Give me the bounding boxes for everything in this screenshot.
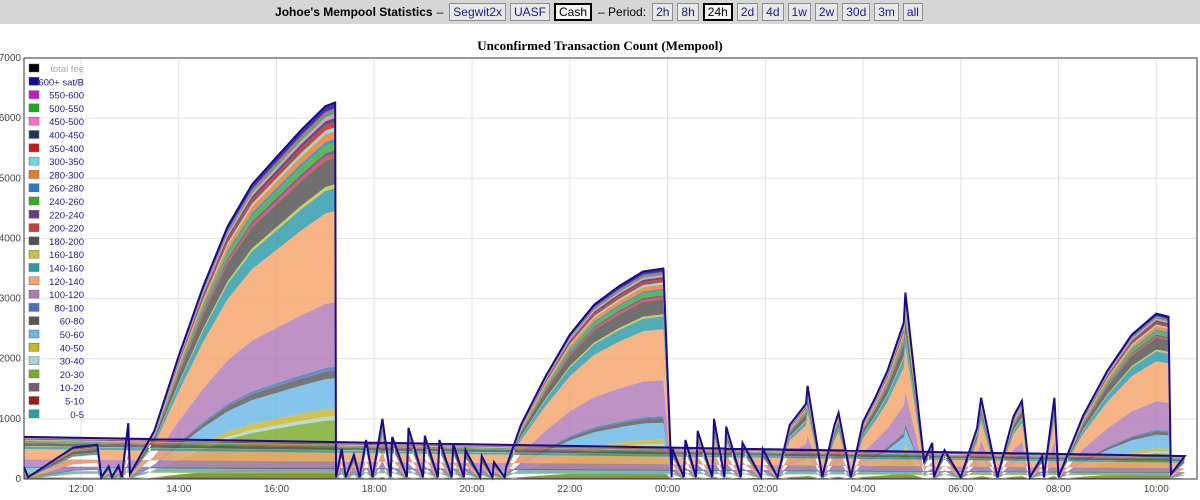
- legend-label: 260-280: [49, 184, 84, 195]
- y-tick-label: 7000: [0, 53, 21, 64]
- y-tick-label: 1000: [0, 414, 21, 425]
- x-tick-label: 14:00: [166, 484, 191, 495]
- legend-label: 180-200: [49, 237, 84, 248]
- legend-swatch: [28, 143, 40, 153]
- legend-swatch: [28, 170, 40, 179]
- legend-label: 350-400: [49, 144, 84, 155]
- y-tick-label: 5000: [0, 173, 21, 184]
- legend-label: 280-300: [49, 170, 84, 181]
- legend-label: 0-5: [70, 410, 84, 421]
- legend-label: 240-260: [49, 197, 84, 208]
- x-tick-label: 16:00: [264, 484, 289, 495]
- legend-swatch: [28, 382, 40, 392]
- legend-swatch: [28, 329, 40, 339]
- y-tick-label: 4000: [0, 233, 21, 244]
- legend-label: 550-600: [49, 91, 84, 102]
- x-tick-label: 08:00: [1046, 484, 1071, 495]
- legend-swatch: [28, 263, 40, 272]
- legend-swatch: [28, 409, 40, 419]
- x-tick-label: 22:00: [557, 484, 582, 495]
- legend-swatch: [28, 116, 40, 126]
- legend-label: 400-450: [49, 131, 84, 142]
- legend-label: 120-140: [49, 277, 84, 288]
- legend-label: 50-60: [60, 330, 84, 341]
- legend-label: 300-350: [49, 157, 84, 168]
- y-tick-label: 6000: [0, 113, 21, 124]
- legend-label: 40-50: [60, 343, 84, 354]
- legend-swatch: [28, 90, 40, 99]
- legend-swatch: [28, 223, 40, 232]
- legend-swatch: [28, 289, 40, 299]
- legend-label: 140-160: [49, 264, 84, 275]
- legend-label: 600+ sat/B: [38, 77, 84, 88]
- x-tick-label: 02:00: [753, 484, 778, 495]
- legend-label: 60-80: [60, 317, 84, 328]
- legend-label: 80-100: [54, 303, 84, 314]
- y-tick-label: 3000: [0, 294, 21, 305]
- legend-label: 450-500: [49, 117, 84, 128]
- x-tick-label: 18:00: [362, 484, 387, 495]
- legend-label: 20-30: [60, 370, 84, 381]
- legend-swatch: [28, 356, 40, 365]
- legend-swatch: [28, 369, 40, 379]
- legend-swatch: [28, 196, 40, 206]
- legend-swatch: [28, 210, 40, 219]
- legend-label: 200-220: [49, 224, 84, 235]
- legend-swatch: [28, 276, 40, 286]
- legend-label: 30-40: [60, 357, 84, 368]
- x-tick-label: 00:00: [655, 484, 680, 495]
- legend-swatch: [28, 396, 40, 405]
- mempool-area-chart: 0 1000 2000 3000 4000 5000 6000 7000 12:00 14:00 1…: [0, 53, 1198, 495]
- legend-label: 220-240: [49, 210, 84, 221]
- legend-swatch: [28, 103, 40, 113]
- y-tick-label: 0: [15, 474, 21, 485]
- legend-label: 10-20: [60, 383, 84, 394]
- x-tick-label: 20:00: [460, 484, 485, 495]
- legend-swatch: [28, 63, 40, 73]
- x-tick-label: 10:00: [1144, 484, 1169, 495]
- legend-swatch: [28, 303, 40, 312]
- legend-label: total fee: [50, 64, 84, 75]
- legend-label: 160-180: [49, 250, 84, 261]
- x-tick-label: 06:00: [948, 484, 973, 495]
- legend-swatch: [28, 249, 40, 259]
- legend-swatch: [28, 156, 40, 166]
- legend-swatch: [28, 183, 40, 192]
- legend-swatch: [28, 130, 40, 139]
- legend-label: 500-550: [49, 104, 84, 115]
- legend-label: 5-10: [65, 397, 84, 408]
- x-tick-label: 12:00: [69, 484, 94, 495]
- legend-swatch: [28, 343, 40, 352]
- legend-label: 100-120: [49, 290, 84, 301]
- legend-swatch: [28, 316, 40, 325]
- x-tick-label: 04:00: [851, 484, 876, 495]
- legend-swatch: [28, 236, 40, 246]
- y-tick-label: 2000: [0, 354, 21, 365]
